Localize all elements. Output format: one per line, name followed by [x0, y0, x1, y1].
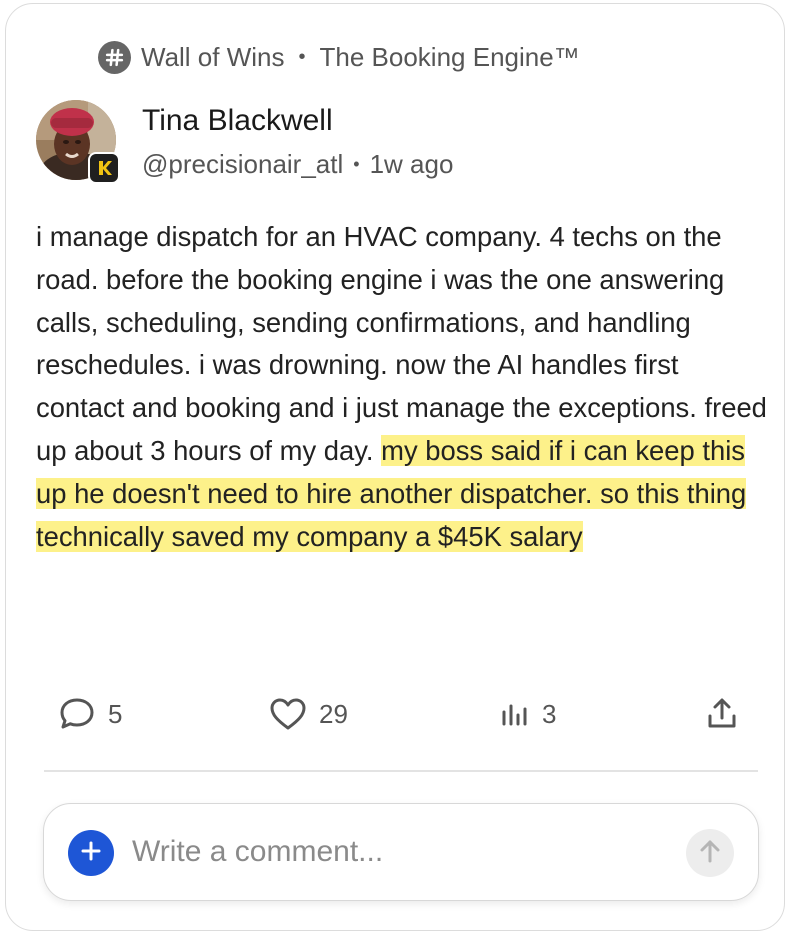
post-time[interactable]: 1w ago	[370, 149, 454, 180]
share-button[interactable]	[706, 690, 738, 738]
post-body: i manage dispatch for an HVAC company. 4…	[36, 216, 771, 558]
channel-breadcrumb[interactable]: Wall of Wins • The Booking Engine™	[98, 38, 580, 76]
like-count: 29	[319, 698, 348, 729]
breadcrumb-separator: •	[298, 45, 306, 68]
send-button[interactable]	[686, 829, 734, 877]
plus-icon	[80, 840, 102, 867]
views-button[interactable]: 3	[500, 690, 556, 738]
add-attachment-button[interactable]	[68, 830, 114, 876]
comment-composer	[43, 803, 759, 901]
comment-bubble-icon	[58, 696, 96, 732]
divider	[44, 770, 758, 772]
share-upload-icon	[706, 697, 738, 731]
post-text: i manage dispatch for an HVAC company. 4…	[36, 221, 767, 466]
meta-separator: •	[353, 154, 360, 174]
author-meta: @precisionair_atl • 1w ago	[142, 149, 453, 180]
comment-input[interactable]	[132, 828, 672, 876]
post-actions: 5 29 3	[58, 690, 748, 738]
k-logo-badge-icon	[88, 152, 120, 184]
author-name[interactable]: Tina Blackwell	[142, 104, 333, 138]
comment-count: 5	[108, 698, 123, 729]
channel-name[interactable]: Wall of Wins	[141, 42, 285, 73]
author-avatar[interactable]	[36, 100, 120, 184]
like-button[interactable]: 29	[269, 690, 348, 738]
bar-chart-icon	[500, 699, 530, 729]
author-handle[interactable]: @precisionair_atl	[142, 149, 343, 180]
heart-icon	[269, 697, 307, 731]
arrow-up-icon	[698, 838, 722, 869]
post-card: Wall of Wins • The Booking Engine™ Tina …	[5, 3, 785, 931]
comment-button[interactable]: 5	[58, 690, 122, 738]
views-count: 3	[542, 698, 557, 729]
hashtag-icon	[98, 40, 131, 74]
space-name[interactable]: The Booking Engine™	[320, 42, 580, 73]
